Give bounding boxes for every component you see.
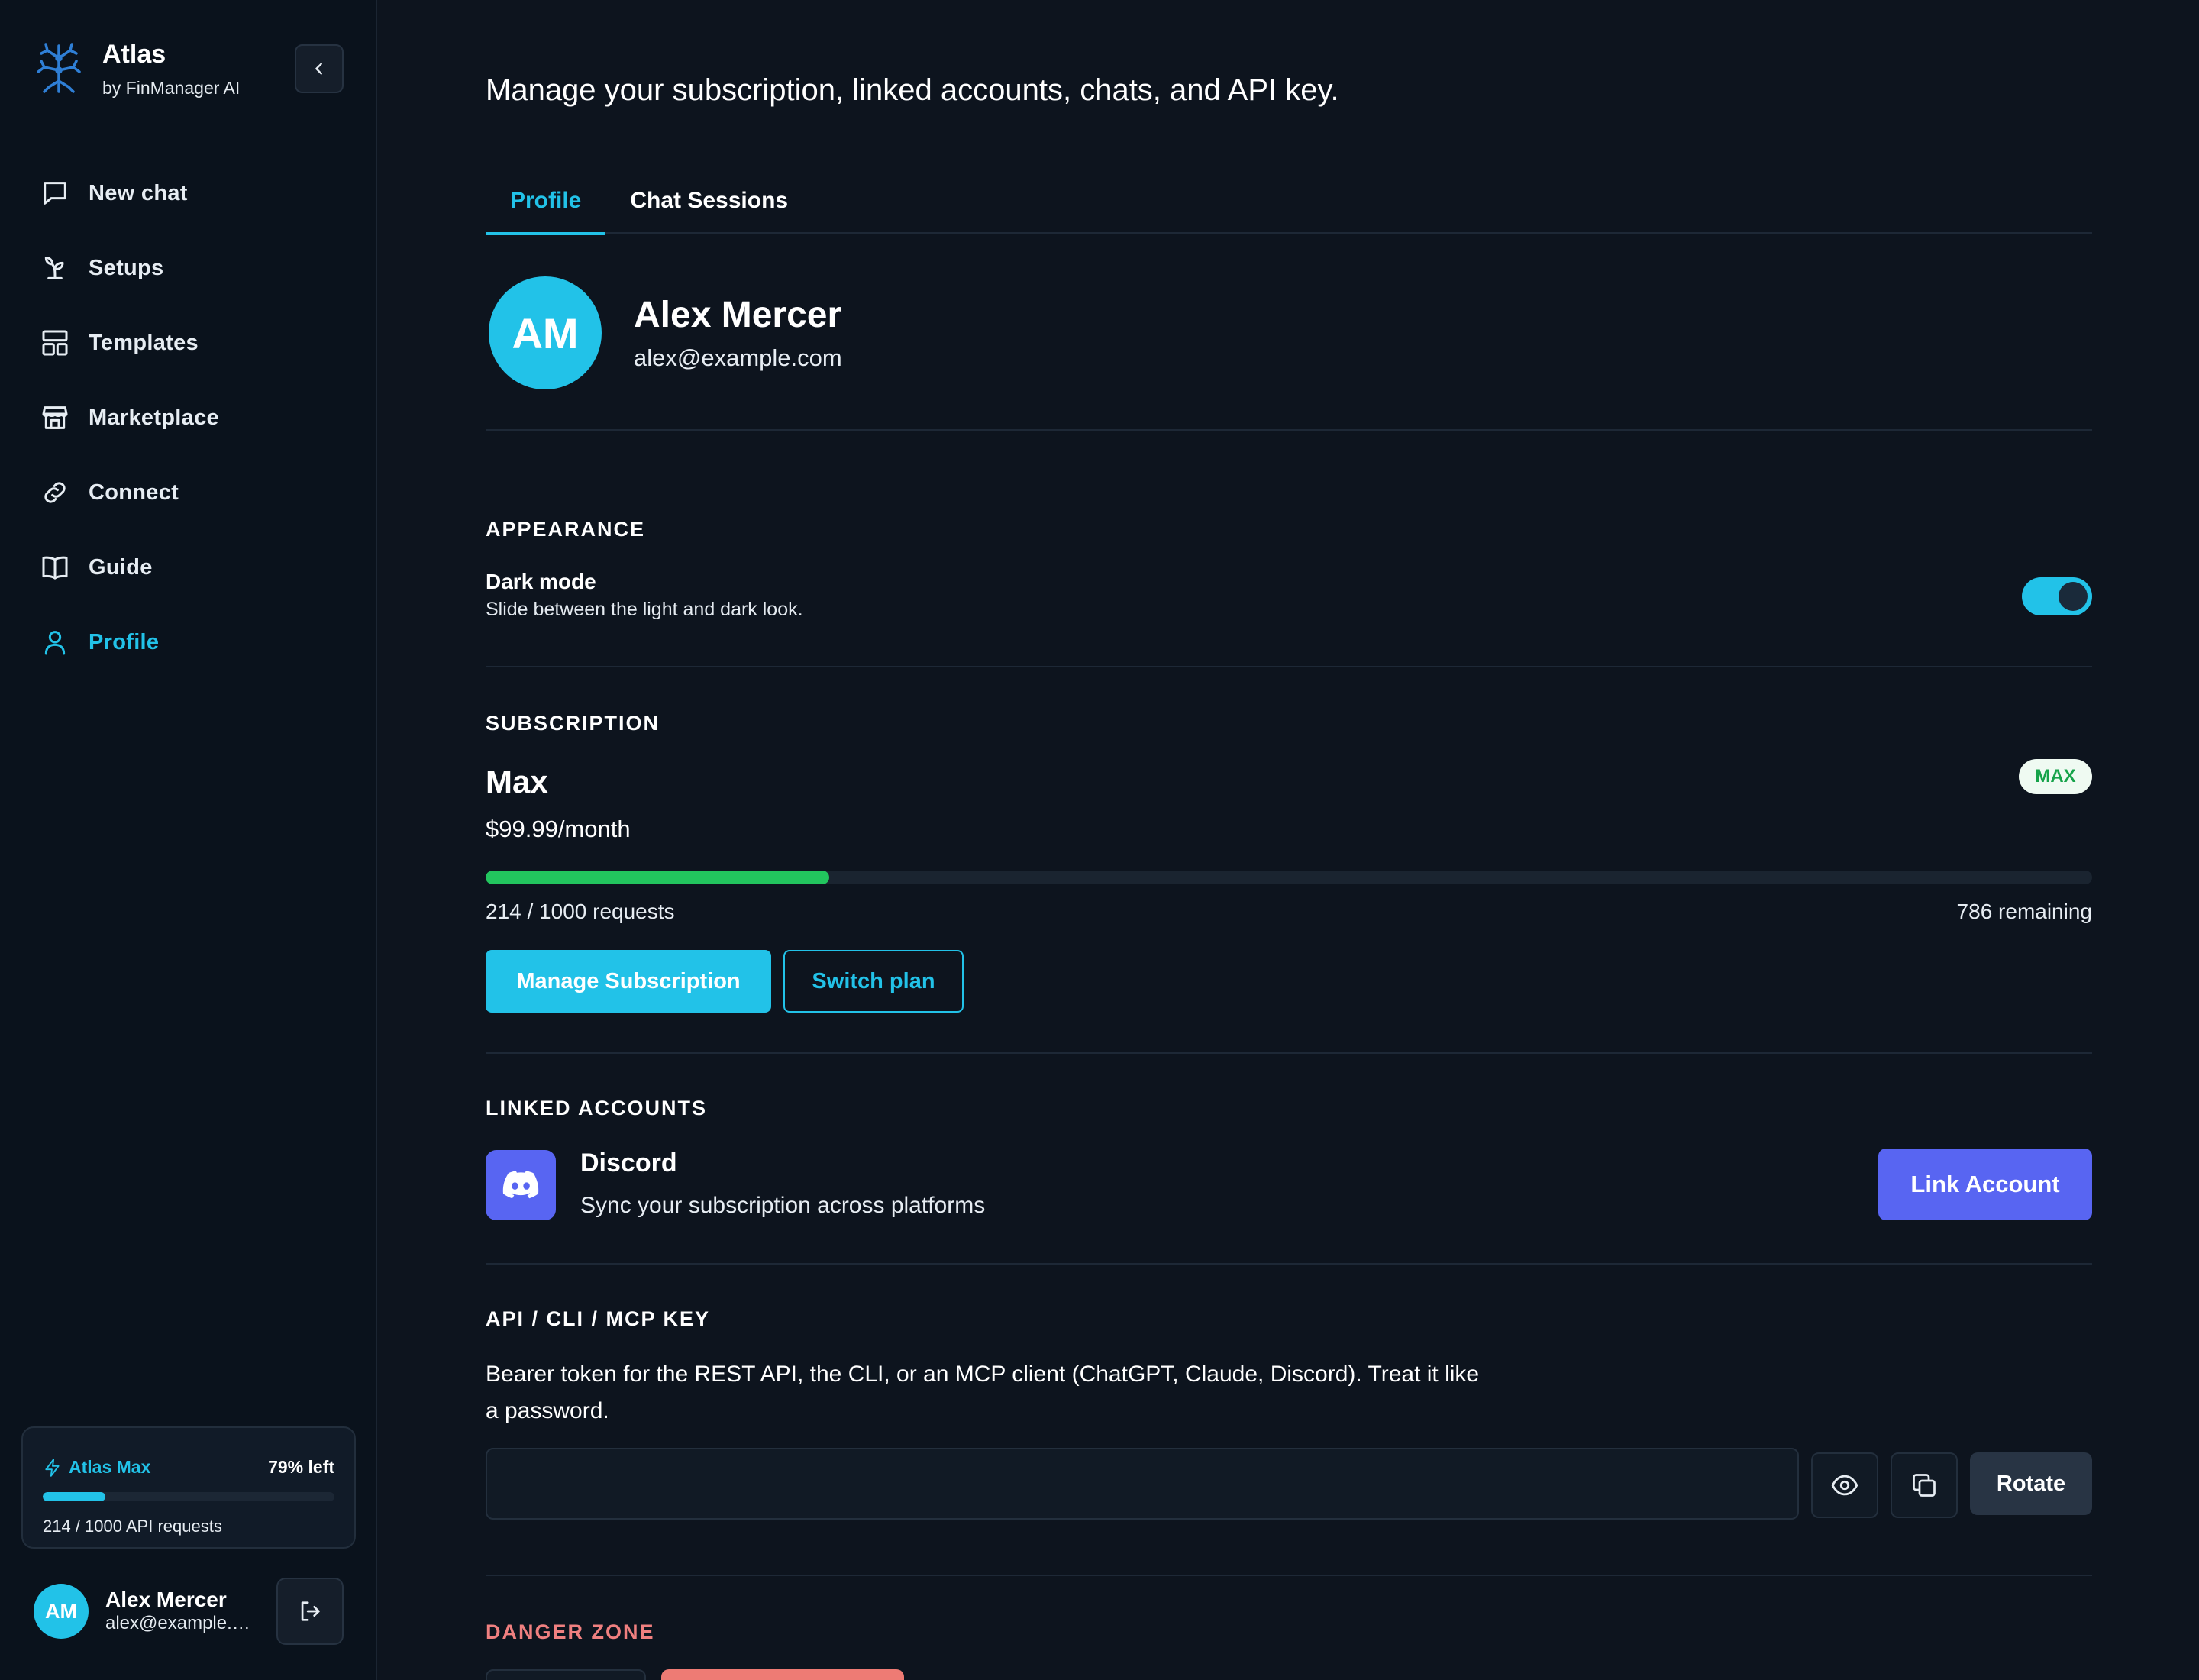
sidebar-item-label: Connect: [89, 480, 179, 505]
danger-zone-section-title: DANGER ZONE: [486, 1620, 655, 1643]
user-name: Alex Mercer: [105, 1588, 227, 1611]
usage-requests-text: 214 / 1000 API requests: [43, 1517, 222, 1536]
page-subtitle: Manage your subscription, linked account…: [486, 73, 1339, 107]
chevron-left-icon: [315, 63, 322, 75]
sidebar-item-new-chat[interactable]: New chat: [21, 156, 357, 231]
appearance-section-title: APPEARANCE: [486, 518, 646, 541]
usage-header: Atlas Max 79% left: [43, 1457, 334, 1478]
sidebar-item-label: New chat: [89, 180, 188, 205]
brand[interactable]: Atlas by FinManager AI: [34, 38, 240, 99]
divider: [486, 429, 2092, 431]
book-icon: [40, 552, 70, 583]
requests-remaining-text: 786 remaining: [1956, 900, 2092, 923]
brand-text: Atlas by FinManager AI: [102, 38, 240, 99]
copy-icon: [1913, 1474, 1936, 1497]
avatar: AM: [489, 276, 602, 389]
logout-button[interactable]: [276, 1578, 344, 1645]
main-content: Manage your subscription, linked account…: [486, 0, 2092, 1680]
linked-service-name: Discord: [580, 1149, 677, 1178]
sidebar-item-connect[interactable]: Connect: [21, 455, 357, 530]
profile-header: AM Alex Mercer alex@example.com: [489, 276, 842, 389]
danger-secondary-button[interactable]: [486, 1669, 646, 1680]
brand-byline: by FinManager AI: [102, 78, 241, 98]
user-icon: [40, 627, 70, 657]
plan-price: $99.99/month: [486, 816, 631, 842]
brand-name: Atlas: [102, 40, 166, 69]
sidebar-item-label: Setups: [89, 255, 164, 280]
toggle-knob: [2059, 582, 2088, 611]
usage-progress-bar: [43, 1492, 334, 1501]
plan-name: Max: [486, 764, 548, 800]
dark-mode-label: Dark mode: [486, 570, 596, 593]
requests-progress-fill: [486, 871, 830, 884]
sidebar-item-profile[interactable]: Profile: [21, 605, 357, 680]
sidebar-item-label: Guide: [89, 554, 153, 580]
danger-delete-button[interactable]: [661, 1669, 904, 1680]
rotate-key-button[interactable]: Rotate: [1970, 1452, 2092, 1515]
tab-profile[interactable]: Profile: [486, 168, 606, 235]
api-key-section-title: API / CLI / MCP KEY: [486, 1307, 711, 1330]
api-key-field[interactable]: [486, 1448, 1799, 1520]
sidebar-item-marketplace[interactable]: Marketplace: [21, 380, 357, 455]
dark-mode-toggle[interactable]: [2022, 577, 2092, 615]
sidebar-item-setups[interactable]: Setups: [21, 231, 357, 305]
profile-email: alex@example.com: [634, 344, 842, 371]
usage-plan-name: Atlas Max: [69, 1457, 151, 1477]
sidebar-item-label: Templates: [89, 330, 199, 355]
divider: [486, 666, 2092, 667]
divider: [486, 1052, 2092, 1054]
api-key-description: Bearer token for the REST API, the CLI, …: [486, 1362, 1480, 1423]
tab-chat-sessions[interactable]: Chat Sessions: [605, 168, 812, 234]
user-email: alex@example.com: [105, 1613, 258, 1633]
logout-icon: [301, 1601, 320, 1621]
layout-icon: [40, 328, 70, 358]
collapse-sidebar-button[interactable]: [295, 44, 344, 93]
usage-progress-fill: [43, 1492, 105, 1501]
dark-mode-description: Slide between the light and dark look.: [486, 599, 803, 620]
linked-accounts-section-title: LINKED ACCOUNTS: [486, 1097, 707, 1119]
chat-bubble-icon: [40, 178, 70, 208]
subscription-section-title: SUBSCRIPTION: [486, 712, 660, 735]
avatar[interactable]: AM: [34, 1584, 89, 1639]
user-info: Alex Mercer alex@example.com: [105, 1588, 258, 1635]
sidebar: Atlas by FinManager AI New chat Setups T…: [0, 0, 377, 1680]
plan-badge: MAX: [2019, 759, 2092, 794]
sidebar-item-templates[interactable]: Templates: [21, 305, 357, 380]
sidebar-nav: New chat Setups Templates Marketplace Co…: [21, 156, 357, 680]
manage-subscription-button[interactable]: Manage Subscription: [486, 950, 771, 1013]
tab-bar: Profile Chat Sessions: [486, 168, 2092, 235]
eye-icon: [1831, 1475, 1858, 1496]
linked-service-description: Sync your subscription across platforms: [580, 1193, 986, 1218]
link-account-button[interactable]: Link Account: [1878, 1149, 2092, 1220]
sprout-icon: [40, 253, 70, 283]
store-icon: [40, 402, 70, 433]
usage-percent-left: 79% left: [268, 1457, 334, 1477]
copy-key-button[interactable]: [1891, 1452, 1958, 1518]
profile-name: Alex Mercer: [634, 295, 842, 335]
sidebar-user: AM Alex Mercer alex@example.com: [34, 1578, 344, 1645]
requests-progress-bar: [486, 871, 2092, 884]
sidebar-item-label: Profile: [89, 629, 160, 654]
lightning-icon: [45, 1458, 60, 1477]
link-icon: [40, 477, 70, 508]
divider: [486, 1263, 2092, 1265]
discord-icon: [486, 1150, 556, 1220]
profile-info: Alex Mercer alex@example.com: [634, 294, 842, 372]
reveal-key-button[interactable]: [1811, 1452, 1878, 1518]
atlas-logo-icon: [34, 41, 84, 96]
sidebar-item-label: Marketplace: [89, 405, 219, 430]
switch-plan-button[interactable]: Switch plan: [783, 950, 964, 1013]
usage-card[interactable]: Atlas Max 79% left 214 / 1000 API reques…: [21, 1426, 356, 1549]
requests-used-text: 214 / 1000 requests: [486, 900, 675, 923]
sidebar-item-guide[interactable]: Guide: [21, 530, 357, 605]
divider: [486, 1575, 2092, 1576]
